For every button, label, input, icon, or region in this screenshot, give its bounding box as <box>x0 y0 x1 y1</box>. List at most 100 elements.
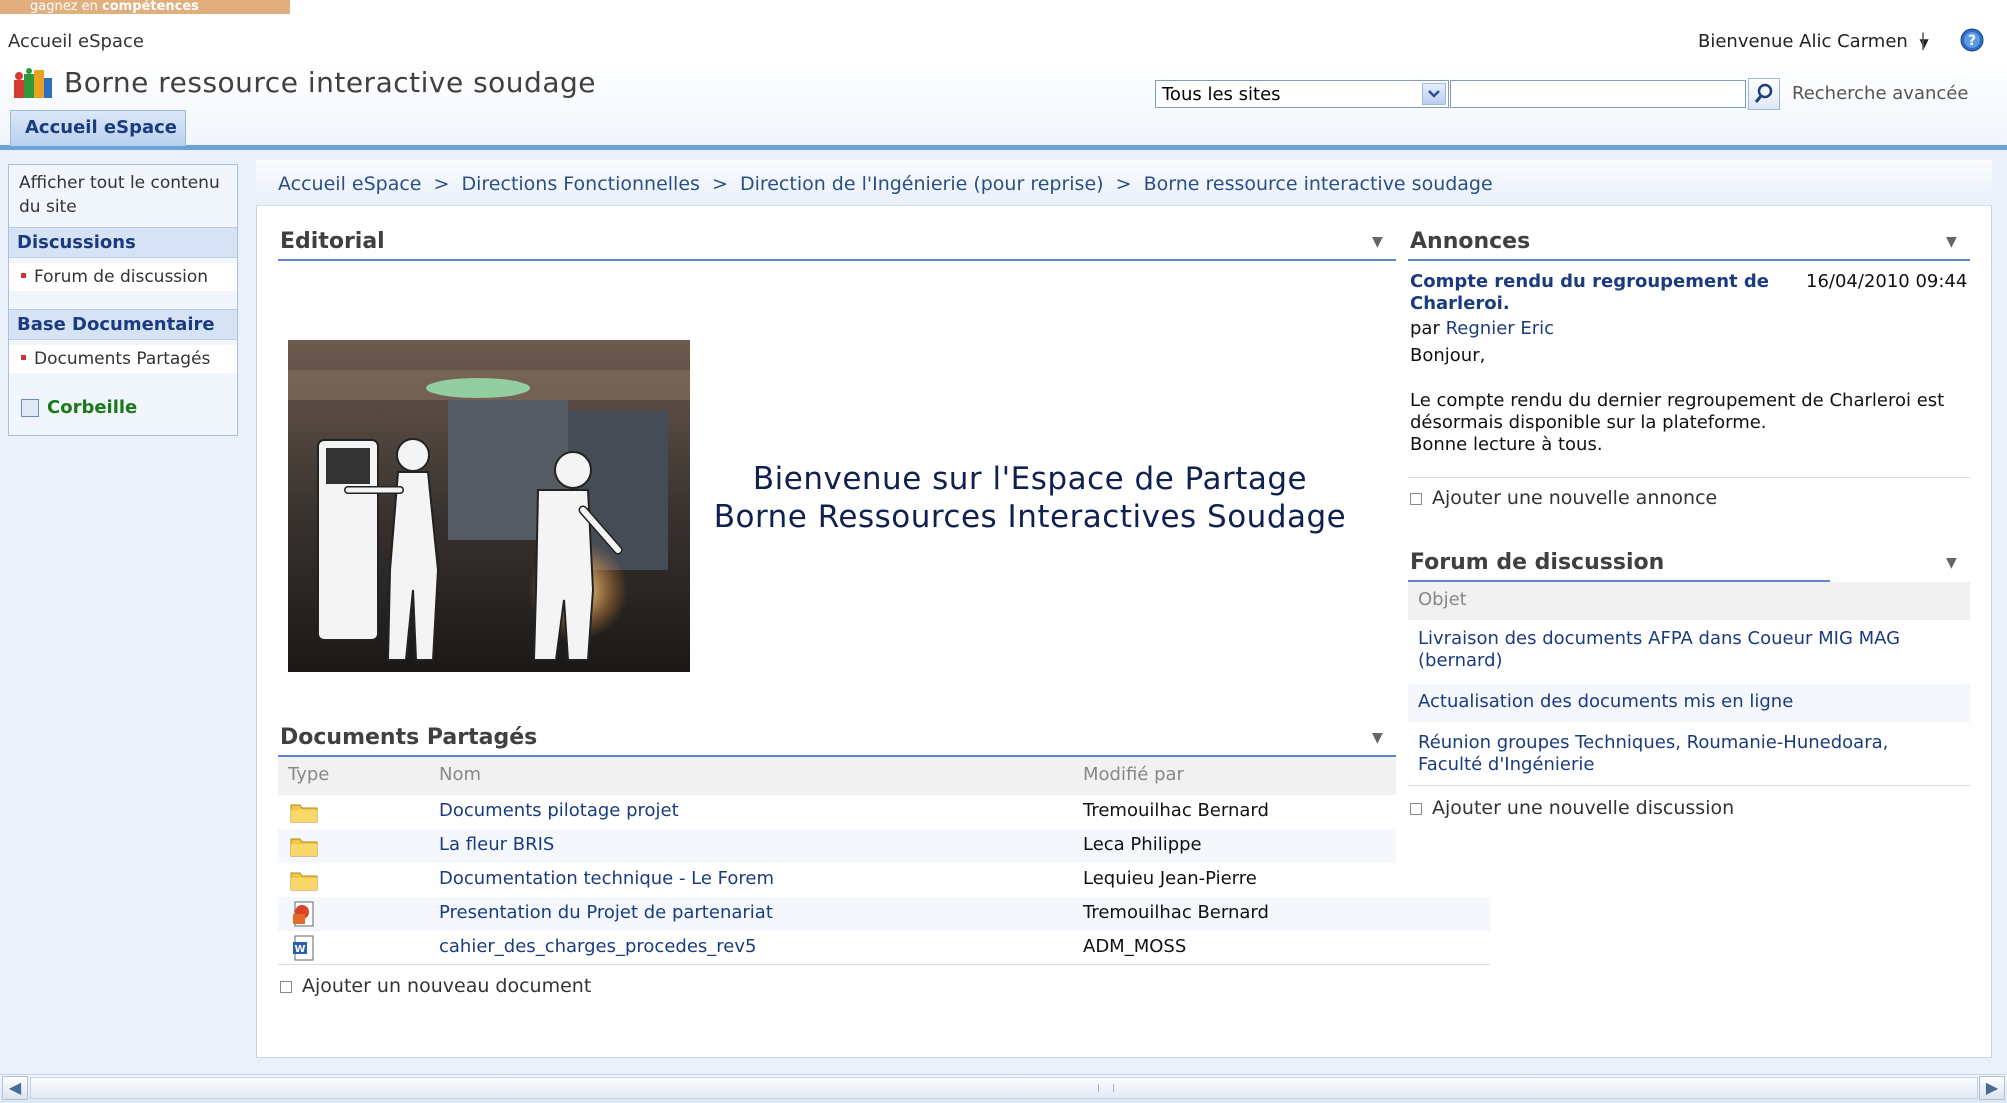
brand-banner: gagnez en compétences <box>0 0 290 14</box>
add-icon <box>280 980 292 993</box>
announcement-title-link[interactable]: Compte rendu du regroupement de Charlero… <box>1410 271 1780 315</box>
tab-accueil-espace[interactable]: Accueil eSpace <box>10 110 186 146</box>
search-input[interactable] <box>1450 80 1746 108</box>
col-name[interactable]: Nom <box>439 764 481 785</box>
recycle-bin-icon <box>21 399 39 417</box>
ql-item-label: Forum de discussion <box>34 267 209 287</box>
forum-title[interactable]: Forum de discussion <box>1410 550 1664 575</box>
welcome-user-menu[interactable]: Bienvenue Alic Carmen ▼ <box>1698 31 1929 52</box>
announcements-menu-icon[interactable]: ▼ <box>1946 234 1957 250</box>
forum-thread-link[interactable]: Livraison des documents AFPA dans Coueur… <box>1418 628 1918 672</box>
folder-icon <box>290 800 318 828</box>
bullet-icon <box>21 273 26 278</box>
add-discussion-label: Ajouter une nouvelle discussion <box>1432 797 1735 819</box>
documents-menu-icon[interactable]: ▼ <box>1372 730 1383 746</box>
modified-by-link[interactable]: Lequieu Jean-Pierre <box>1083 868 1257 889</box>
banner-bold-text: compétences <box>102 0 199 14</box>
announcement-body-1: Le compte rendu du dernier regroupement … <box>1410 390 1945 411</box>
scrollbar-thumb[interactable] <box>30 1077 1978 1099</box>
svg-text:W: W <box>294 944 305 955</box>
document-link[interactable]: La fleur BRIS <box>439 834 554 855</box>
global-separator: | <box>1920 30 1927 51</box>
chevron-down-icon[interactable] <box>1422 83 1446 105</box>
editorial-underline <box>278 259 1396 261</box>
site-logo-icon <box>12 68 54 104</box>
announcements-title[interactable]: Annonces <box>1410 229 1530 254</box>
modified-by-link[interactable]: ADM_MOSS <box>1083 936 1186 957</box>
modified-by-link[interactable]: Tremouilhac Bernard <box>1083 902 1269 923</box>
document-link[interactable]: Presentation du Projet de partenariat <box>439 902 773 923</box>
announcement-divider <box>1408 477 1970 478</box>
forum-thread-link[interactable]: Réunion groupes Techniques, Roumanie-Hun… <box>1418 732 1938 776</box>
welcome-line-2: Borne Ressources Interactives Soudage <box>713 499 1347 535</box>
recycle-bin-label: Corbeille <box>47 397 138 418</box>
forum-thread-link[interactable]: Actualisation des documents mis en ligne <box>1418 691 1918 713</box>
bullet-icon <box>21 355 26 360</box>
global-home-link[interactable]: Accueil eSpace <box>8 31 144 52</box>
banner-text: gagnez en <box>30 0 103 14</box>
announcement-greeting: Bonjour, <box>1410 345 1486 366</box>
welcome-line-1: Bienvenue sur l'Espace de Partage <box>752 461 1308 497</box>
add-document-link[interactable]: Ajouter un nouveau document <box>280 975 591 997</box>
site-title[interactable]: Borne ressource interactive soudage <box>64 66 596 99</box>
scroll-left-icon[interactable]: ◀ <box>2 1076 28 1100</box>
add-announcement-label: Ajouter une nouvelle annonce <box>1432 487 1718 509</box>
welcome-user-label: Bienvenue Alic Carmen <box>1698 31 1908 52</box>
folder-icon <box>290 868 318 896</box>
add-discussion-link[interactable]: Ajouter une nouvelle discussion <box>1410 797 1734 819</box>
scrollbar-grip-icon <box>1098 1084 1114 1092</box>
announcement-body-2: désormais disponible sur la plateforme. <box>1410 412 1767 433</box>
powerpoint-icon <box>290 900 318 932</box>
svg-text:?: ? <box>1968 33 1976 49</box>
editorial-title[interactable]: Editorial <box>280 229 385 254</box>
search-icon[interactable] <box>1748 78 1780 110</box>
quick-launch: Afficher tout le contenu du site Discuss… <box>8 164 238 436</box>
author-link[interactable]: Regnier Eric <box>1446 318 1554 339</box>
add-icon <box>1410 492 1422 505</box>
help-icon[interactable]: ? <box>1960 28 1984 52</box>
folder-icon <box>290 834 318 862</box>
advanced-search-link[interactable]: Recherche avancée <box>1792 83 1968 104</box>
forum-menu-icon[interactable]: ▼ <box>1946 555 1957 571</box>
document-link[interactable]: Documentation technique - Le Forem <box>439 868 774 889</box>
announcements-underline <box>1408 259 1970 261</box>
add-icon <box>1410 802 1422 815</box>
document-link[interactable]: Documents pilotage projet <box>439 800 679 821</box>
author-prefix: par <box>1410 318 1440 339</box>
announcement-body-3: Bonne lecture à tous. <box>1410 434 1603 455</box>
ql-header-base-documentaire[interactable]: Base Documentaire <box>9 309 237 340</box>
documents-title[interactable]: Documents Partagés <box>280 725 537 750</box>
breadcrumb-sep: > <box>711 173 728 195</box>
top-banner <box>0 0 2007 14</box>
modified-by-link[interactable]: Leca Philippe <box>1083 834 1202 855</box>
recycle-bin-link[interactable]: Corbeille <box>9 393 237 422</box>
col-objet[interactable]: Objet <box>1418 589 1467 610</box>
editorial-welcome-text: Bienvenue sur l'Espace de Partage Borne … <box>700 460 1360 536</box>
breadcrumb-item-directions[interactable]: Directions Fonctionnelles <box>462 173 700 195</box>
word-icon: W <box>290 934 318 966</box>
add-announcement-link[interactable]: Ajouter une nouvelle annonce <box>1410 487 1717 509</box>
top-nav-bar <box>0 145 2007 150</box>
scroll-right-icon[interactable]: ▶ <box>1979 1076 2005 1100</box>
breadcrumb-item-current: Borne ressource interactive soudage <box>1143 173 1493 195</box>
view-all-site-content-link[interactable]: Afficher tout le contenu du site <box>9 169 237 221</box>
welding-kiosk-illustration <box>288 340 690 672</box>
col-modified-by[interactable]: Modifié par <box>1083 764 1184 785</box>
announcement-date: 16/04/2010 09:44 <box>1806 271 1968 292</box>
add-document-label: Ajouter un nouveau document <box>302 975 592 997</box>
breadcrumb-sep: > <box>1115 173 1132 195</box>
modified-by-link[interactable]: Tremouilhac Bernard <box>1083 800 1269 821</box>
col-type[interactable]: Type <box>288 764 329 785</box>
announcement-author-line: par Regnier Eric <box>1410 318 1554 340</box>
editorial-menu-icon[interactable]: ▼ <box>1372 234 1383 250</box>
document-link[interactable]: cahier_des_charges_procedes_rev5 <box>439 936 756 957</box>
breadcrumb-item-ingenierie[interactable]: Direction de l'Ingénierie (pour reprise) <box>740 173 1104 195</box>
ql-item-documents-partages[interactable]: Documents Partagés <box>9 345 237 373</box>
breadcrumb-item-accueil[interactable]: Accueil eSpace <box>278 173 421 195</box>
search-scope-select[interactable]: Tous les sites <box>1155 80 1449 108</box>
ql-header-discussions[interactable]: Discussions <box>9 227 237 258</box>
search-scope-value: Tous les sites <box>1162 84 1281 105</box>
breadcrumb-sep: > <box>433 173 450 195</box>
ql-item-forum[interactable]: Forum de discussion <box>9 263 237 291</box>
ql-item-label: Documents Partagés <box>34 349 211 369</box>
